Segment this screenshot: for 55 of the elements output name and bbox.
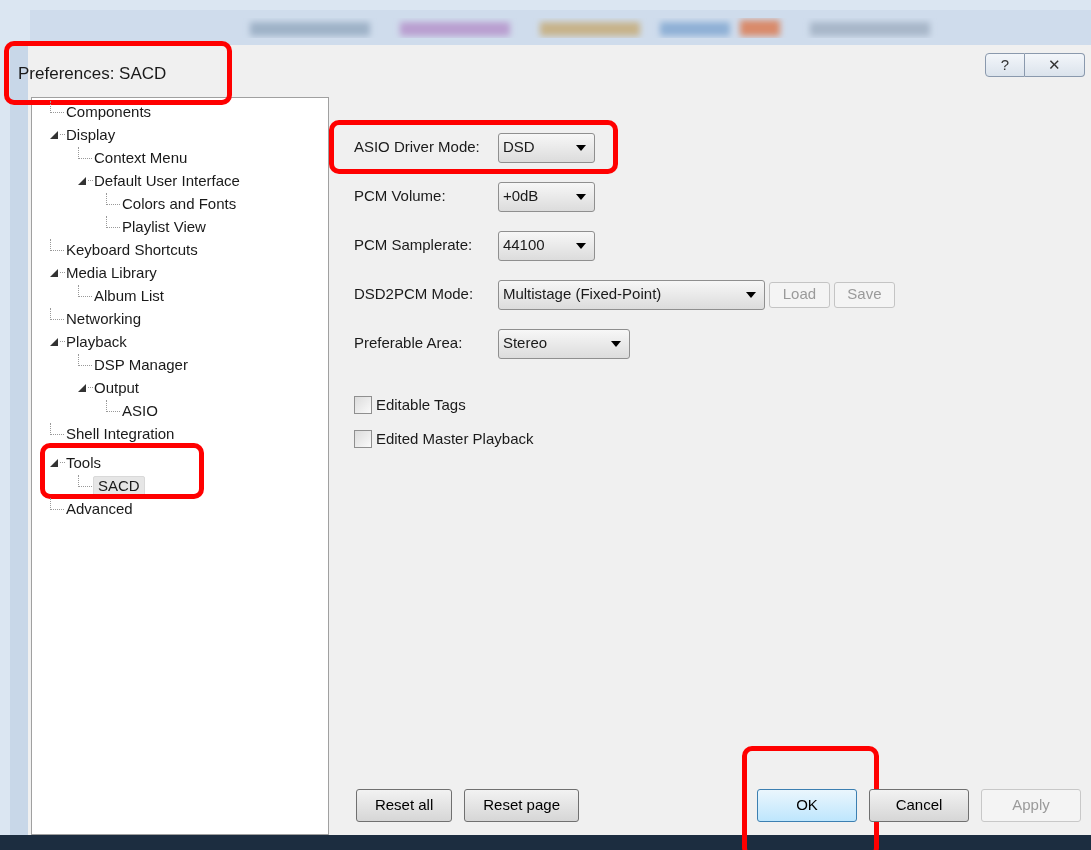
help-button[interactable]: ? — [985, 53, 1025, 77]
close-button[interactable]: ✕ — [1025, 53, 1085, 77]
field-label: PCM Volume: — [353, 186, 447, 207]
tree-item[interactable]: Album List — [93, 286, 166, 305]
dropdown-value: Multistage (Fixed-Point) — [502, 284, 662, 305]
field-label: Preferable Area: — [353, 333, 464, 354]
dropdown[interactable]: Stereo — [497, 328, 630, 359]
tree-item[interactable]: Advanced — [65, 499, 134, 518]
tree-item[interactable]: Playback — [65, 332, 128, 351]
dialog-button[interactable]: Cancel — [869, 789, 969, 822]
dropdown[interactable]: DSD — [497, 132, 595, 163]
dropdown[interactable]: Multistage (Fixed-Point) — [497, 279, 765, 310]
tree-item[interactable]: Shell Integration — [65, 424, 176, 443]
tree-item[interactable]: Networking — [65, 309, 143, 328]
dropdown-arrow-icon — [745, 291, 756, 298]
dropdown-arrow-icon — [575, 193, 586, 200]
expanded-triangle-icon[interactable] — [50, 337, 58, 346]
tree-item[interactable]: ASIO — [121, 401, 159, 420]
tree-item[interactable]: Playlist View — [121, 217, 207, 236]
tree-item[interactable]: Display — [65, 125, 117, 144]
tree-item[interactable]: SACD — [93, 475, 145, 496]
dropdown-value: 44100 — [502, 235, 545, 256]
expanded-triangle-icon[interactable] — [78, 383, 86, 392]
dropdown-arrow-icon — [610, 340, 621, 347]
dropdown-value: Stereo — [502, 333, 548, 354]
tree-item[interactable]: Default User Interface — [93, 171, 241, 190]
dropdown-value: +0dB — [502, 186, 539, 207]
checkbox[interactable] — [353, 396, 372, 414]
field-label: DSD2PCM Mode: — [353, 284, 475, 305]
dropdown-value: DSD — [502, 137, 535, 158]
tree-item[interactable]: Context Menu — [93, 148, 189, 167]
expanded-triangle-icon[interactable] — [50, 458, 58, 467]
dropdown[interactable]: 44100 — [497, 230, 595, 261]
dropdown-arrow-icon — [575, 242, 586, 249]
dialog-button[interactable]: Reset all — [355, 789, 453, 822]
tree-item[interactable]: Output — [93, 378, 141, 397]
dropdown[interactable]: +0dB — [497, 181, 595, 212]
window-title: Preferences: SACD — [17, 64, 168, 83]
dialog-button[interactable]: Reset page — [464, 789, 579, 822]
checkbox[interactable] — [353, 430, 372, 448]
expanded-triangle-icon[interactable] — [50, 268, 58, 277]
expanded-triangle-icon[interactable] — [78, 176, 86, 185]
expanded-triangle-icon[interactable] — [50, 130, 58, 139]
dropdown-arrow-icon — [575, 144, 586, 151]
field-label: ASIO Driver Mode: — [353, 137, 481, 158]
tree-item[interactable]: Media Library — [65, 263, 158, 282]
tree-item[interactable]: DSP Manager — [93, 355, 189, 374]
tree-item[interactable]: Colors and Fonts — [121, 194, 238, 213]
checkbox-label: Editable Tags — [375, 394, 466, 415]
tree-item[interactable]: Components — [65, 102, 153, 121]
dialog-button[interactable]: OK — [757, 789, 857, 822]
checkbox-label: Edited Master Playback — [375, 428, 534, 449]
field-label: PCM Samplerate: — [353, 235, 474, 256]
tree-item[interactable]: Tools — [65, 453, 103, 472]
tree-item[interactable]: Keyboard Shortcuts — [65, 240, 199, 259]
